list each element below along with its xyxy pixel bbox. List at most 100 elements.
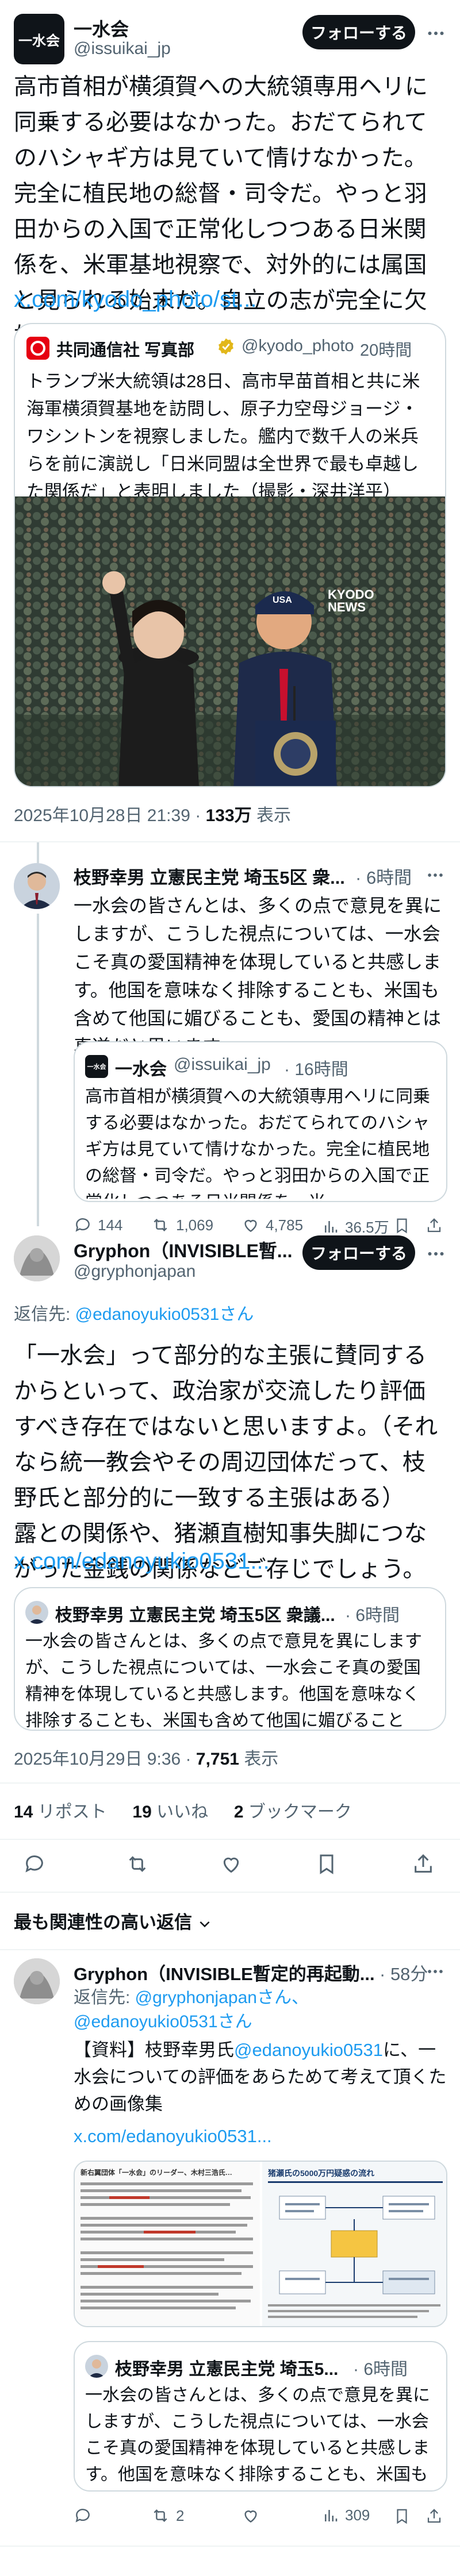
gryphon-follow-button[interactable]: フォローする [302,1235,415,1270]
edano-more-icon[interactable] [425,865,445,885]
gryphon-quote-body: 一水会の皆さんとは、多くの点で意見を異にしますが、こうした視点については、一水会… [25,1632,422,1730]
reply2-quote-time-text: 6時間 [363,2360,408,2379]
reply2-retweet-stat[interactable]: 2 [151,2506,184,2525]
watermark-line2: NEWS [328,600,366,614]
reply2-body-mention[interactable]: @edanoyukio0531 [234,2040,383,2060]
reply2-views-count: 309 [345,2506,370,2524]
gryphon-timestamp[interactable]: 2025年10月29日 9:36 [14,1750,181,1769]
reply2-link[interactable]: x.com/edanoyukio0531... [74,2126,272,2147]
divider-4 [0,1892,460,1893]
reply2-heart-icon [244,2510,257,2523]
edano-quote-name: 一水会 [115,1060,167,1079]
reply2-reply-stat[interactable] [74,2506,92,2525]
reply2-body-pre: 【資料】枝野幸男氏 [74,2040,234,2060]
edano-mini-avatar [25,1601,48,1624]
share-action-icon[interactable] [412,1853,435,1876]
gryphon-quote-card[interactable]: 枝野幸男 立憲民主党 埼玉5区 衆議... · 6時間 一水会の皆さんとは、多く… [14,1587,446,1731]
reply-icon [75,1218,90,1232]
edano-share-icon[interactable] [425,1217,443,1234]
edano-quote-time-text: 16時間 [294,1060,348,1079]
reply2-quote-card[interactable]: 枝野幸男 立憲民主党 埼玉5... · 6時間 一水会の皆さんとは、多くの点で意… [74,2341,447,2492]
divider-3 [0,1839,460,1840]
retweet-action-icon[interactable] [125,1853,150,1876]
reply2-share-icon[interactable] [425,2508,443,2525]
edano-like-stat[interactable]: 4,785 [241,1216,303,1234]
reply2-body: 【資料】枝野幸男氏@edanoyukio0531に、一水会についての評価をあらた… [74,2036,447,2117]
meta-dot: · [195,806,201,825]
relevant-replies-header[interactable]: 最も関連性の高い返信 [14,1908,212,1934]
gryphon-meta-dot: · [185,1750,191,1769]
retweets-count: 14 [14,1803,33,1822]
issuikai-logo: 一水会 [14,14,64,64]
gryphon-quote-time: · 6時間 [345,1606,400,1625]
reply2-retweets-count: 2 [176,2506,185,2524]
bookmark-action-icon[interactable] [315,1853,338,1876]
handle[interactable]: @issuikai_jp [74,39,171,59]
reply2-image-1[interactable]: 新右翼団体「一水会」のリーダー、木村三浩氏… [75,2162,260,2326]
reply2-more-icon[interactable] [425,1962,445,1981]
reply2-time-text: 58分 [390,1964,428,1984]
gryphon-reply-handle[interactable]: @edanoyukio0531さん [75,1305,254,1324]
gryphon-views-label: 表示 [244,1750,279,1769]
edano-bookmark-icon[interactable] [393,1217,411,1234]
gryphon-avatar[interactable] [14,1235,60,1281]
retweets-label: リポスト [37,1803,107,1822]
gryphon-more-icon[interactable] [425,1243,446,1264]
tweet-meta: 2025年10月28日 21:39 · 133万 表示 [14,801,291,826]
reply2-image-2[interactable]: 猪瀬氏の5000万円疑惑の流れ [262,2162,446,2326]
kyodo-time: 20時間 [360,341,412,360]
reply2-bookmark-icon[interactable] [393,2508,411,2525]
retweets-stat[interactable]: 14 リポスト [14,1803,107,1822]
reply-action-icon[interactable] [23,1853,46,1876]
engagement-row: 14 リポスト 19 いいね 2 ブックマーク [14,1797,352,1823]
kyodo-photo[interactable]: USA KYODO NEWS [15,496,445,786]
edano-time-text: 6時間 [366,868,412,888]
edano-quote-card[interactable]: 一水会 一水会 @issuikai_jp · 16時間 高市首相が横須賀への大統… [74,1041,447,1202]
edano-quote-body: 高市首相が横須賀への大統領専用ヘリに同乗する必要はなかった。おだてられてのハシャ… [85,1087,430,1199]
reply2-like-stat[interactable] [241,2506,260,2525]
divider-2 [0,1782,460,1784]
tweet-link[interactable]: x.com/kyodo_photo/st... [14,282,446,317]
divider-1 [0,841,460,842]
gryphon-handle[interactable]: @gryphonjapan [74,1262,195,1281]
edano-retweet-stat[interactable]: 1,069 [151,1216,213,1234]
gryphon-quote-time-text: 6時間 [355,1606,400,1625]
tweet-timestamp[interactable]: 2025年10月28日 21:39 [14,806,190,825]
reply2-reply-icon [75,2509,90,2523]
reply2-image-grid[interactable]: 新右翼団体「一水会」のリーダー、木村三浩氏… 猪瀬氏の5000万円疑惑の流れ [74,2161,447,2327]
bookmarks-stat[interactable]: 2 ブックマーク [234,1803,352,1822]
follow-button[interactable]: フォローする [302,15,415,49]
edano-reply-stat[interactable]: 144 [74,1216,122,1234]
issuikai-mini-avatar: 一水会 [85,1055,108,1078]
divider-5 [0,1949,460,1950]
reply2-reply-prefix: 返信先: [74,1988,135,2007]
reply2-views-stat[interactable]: 309 [322,2506,370,2524]
edano-avatar[interactable] [14,863,60,909]
edano-name[interactable]: 枝野幸男 立憲民主党 埼玉5区 衆... [74,863,345,889]
like-action-icon[interactable] [220,1853,243,1876]
likes-count: 19 [132,1803,152,1822]
gryphon-quote-name: 枝野幸男 立憲民主党 埼玉5区 衆議... [55,1606,335,1625]
views-icon [325,1220,338,1233]
more-icon[interactable] [425,23,446,44]
gryphon-name[interactable]: Gryphon（INVISIBLE暫... [74,1237,292,1263]
reply2-reply-to: 返信先: @gryphonjapanさん、@edanoyukio0531さん [74,1986,447,2034]
edano-views-stat[interactable]: 36.5万 [322,1216,389,1237]
display-name[interactable]: 一水会 [74,15,129,41]
watermark-line1: KYODO [328,587,374,602]
reply2-avatar[interactable] [14,1958,60,2004]
likes-stat[interactable]: 19 いいね [132,1803,208,1822]
kyodo-name: 共同通信社 写真部 [56,341,195,360]
bookmarks-label: ブックマーク [248,1803,352,1822]
thread-line-top [37,842,39,863]
issuikai-avatar[interactable]: 一水会 [14,14,64,64]
kyodo-quote-card[interactable]: 共同通信社 写真部 @kyodo_photo · 20時間 トランプ米大統領は2… [14,323,446,787]
relevant-replies-label: 最も関連性の高い返信 [14,1912,192,1932]
gryphon-link[interactable]: x.com/edanoyukio0531... [14,1543,446,1579]
reply2-name[interactable]: Gryphon（INVISIBLE暫定的再起動... [74,1959,375,1985]
gryphon-reply-to: 返信先: @edanoyukio0531さん [14,1300,254,1325]
reply2-time: · 58分 [379,1964,428,1984]
kyodo-handle: @kyodo_photo [241,337,354,355]
gryphon-views-count: 7,751 [195,1750,239,1769]
gryphon-meta: 2025年10月29日 9:36 · 7,751 表示 [14,1745,278,1770]
